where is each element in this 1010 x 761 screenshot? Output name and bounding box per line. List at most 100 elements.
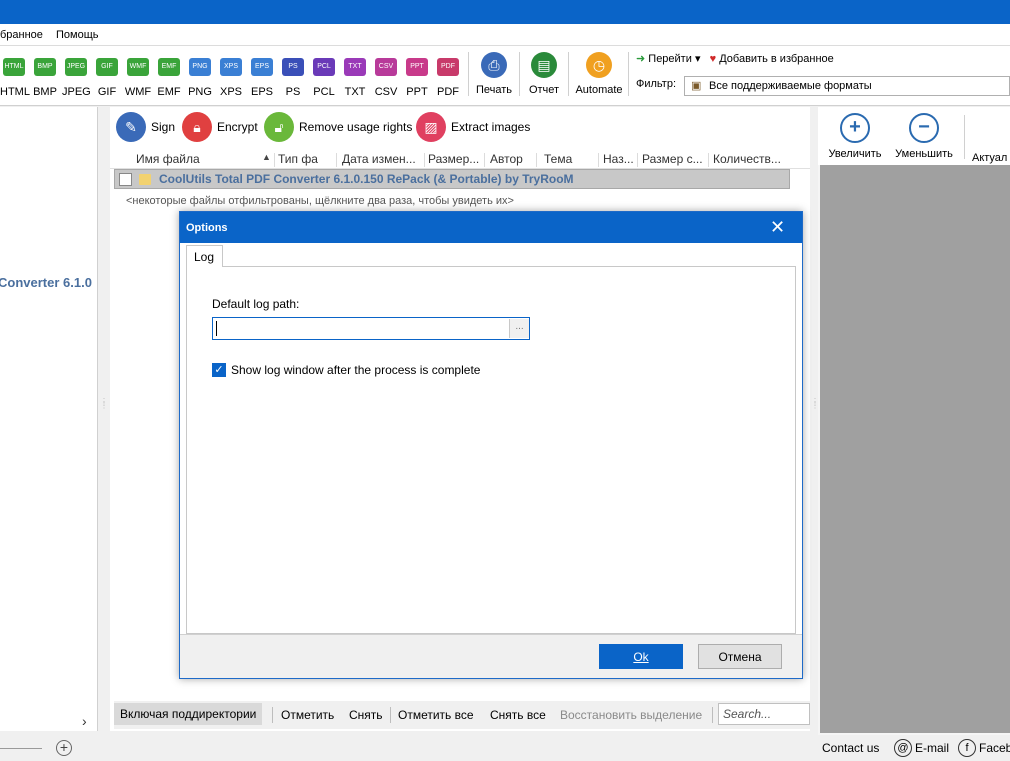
at-icon: @ xyxy=(894,739,912,757)
unmark-all-button[interactable]: Снять все xyxy=(490,708,546,722)
left-splitter[interactable]: ⋮ ⋮ xyxy=(100,398,108,430)
extract-images-button[interactable]: ▨ Extract images xyxy=(416,112,530,142)
format-button-txt[interactable]: TXT TXT xyxy=(341,58,369,98)
zoom-plus-icon[interactable]: + xyxy=(56,740,72,756)
column-divider[interactable] xyxy=(598,153,599,167)
ok-button[interactable]: Ok xyxy=(599,644,683,669)
goto-button[interactable]: ➜ Перейти ▾ xyxy=(636,53,700,65)
format-button-eps[interactable]: EPS EPS xyxy=(248,58,276,98)
log-path-input[interactable]: ... xyxy=(212,317,530,340)
remove-usage-rights-button[interactable]: 🔓︎ Remove usage rights xyxy=(264,112,412,142)
format-button-gif[interactable]: GIF GIF xyxy=(93,58,121,98)
format-button-emf[interactable]: EMF EMF xyxy=(155,58,183,98)
column-header[interactable]: Размер... xyxy=(428,152,479,166)
column-header[interactable]: Количеств... xyxy=(713,152,781,166)
format-ppt-icon: PPT xyxy=(406,58,428,76)
report-button[interactable]: ▤ Отчет xyxy=(525,52,563,96)
toolbar-separator xyxy=(519,52,520,96)
folder-tree-item[interactable]: Converter 6.1.0 xyxy=(0,275,92,290)
minus-circle-icon: − xyxy=(909,113,939,143)
format-label: XPS xyxy=(219,86,242,98)
include-subdirs-button[interactable]: Включая поддиректории xyxy=(114,703,263,725)
filter-select[interactable]: ▣ Все поддерживаемые форматы xyxy=(684,76,1010,96)
contact-link[interactable]: Contact us xyxy=(822,741,879,755)
mark-button[interactable]: Отметить xyxy=(281,708,334,722)
preview-canvas[interactable] xyxy=(820,165,1010,733)
cancel-button[interactable]: Отмена xyxy=(698,644,782,669)
zoom-slider[interactable] xyxy=(0,748,42,749)
column-header[interactable]: Тип фа xyxy=(278,152,318,166)
heart-icon: ♥ xyxy=(709,53,717,65)
menu-favorites[interactable]: бранное xyxy=(0,29,43,41)
format-label: WMF xyxy=(124,86,152,98)
format-label: TXT xyxy=(344,86,366,98)
format-ps-icon: PS xyxy=(282,58,304,76)
format-button-bmp[interactable]: BMP BMP xyxy=(31,58,59,98)
format-label: EMF xyxy=(157,86,181,98)
format-button-ppt[interactable]: PPT PPT xyxy=(403,58,431,98)
unmark-button[interactable]: Снять xyxy=(349,708,383,722)
column-header[interactable]: Наз... xyxy=(603,152,634,166)
show-log-checkbox[interactable]: ✓ xyxy=(212,363,226,377)
tab-log[interactable]: Log xyxy=(186,245,223,267)
format-label: HTML xyxy=(0,86,30,98)
add-favorite-button[interactable]: ♥ Добавить в избранное xyxy=(710,53,834,65)
column-divider[interactable] xyxy=(708,153,709,167)
column-headers: Имя файла ▲ Тип фа Дата измен... Размер.… xyxy=(110,149,810,169)
column-header[interactable]: Размер с... xyxy=(642,152,703,166)
toolbar: HTML HTML BMP BMP JPEG JPEG GIF GIF WMF WMF EMF EMF… xyxy=(0,46,1010,106)
column-divider[interactable] xyxy=(637,153,638,167)
column-header[interactable]: Дата измен... xyxy=(342,152,416,166)
format-csv-icon: CSV xyxy=(375,58,397,76)
column-divider[interactable] xyxy=(336,153,337,167)
column-divider[interactable] xyxy=(536,153,537,167)
column-header[interactable]: Имя файла xyxy=(136,152,200,166)
format-button-jpeg[interactable]: JPEG JPEG xyxy=(62,58,91,98)
row-checkbox[interactable] xyxy=(119,173,132,186)
format-label: PPT xyxy=(406,86,428,98)
format-label: GIF xyxy=(97,86,117,98)
format-button-html[interactable]: HTML HTML xyxy=(0,58,30,98)
right-splitter[interactable]: ⋮ ⋮ xyxy=(811,398,819,430)
actual-size-button[interactable]: Актуал xyxy=(972,113,1010,164)
table-row[interactable]: CoolUtils Total PDF Converter 6.1.0.150 … xyxy=(114,169,790,189)
sign-button[interactable]: ✎ Sign xyxy=(116,112,175,142)
zoom-in-button[interactable]: + Увеличить xyxy=(824,113,886,160)
status-bar: + Contact us @ E-mail f Faceb xyxy=(0,735,1010,761)
format-button-wmf[interactable]: WMF WMF xyxy=(124,58,152,98)
email-link[interactable]: @ E-mail xyxy=(894,739,949,757)
format-button-pcl[interactable]: PCL PCL xyxy=(310,58,338,98)
options-dialog: Options ✕ Log Default log path: ... ✓ Sh… xyxy=(179,211,803,679)
facebook-icon: f xyxy=(958,739,976,757)
encrypt-button[interactable]: 🔒︎ Encrypt xyxy=(182,112,258,142)
column-header[interactable]: Автор xyxy=(490,152,523,166)
chevron-right-icon[interactable]: › xyxy=(82,713,87,729)
format-wmf-icon: WMF xyxy=(127,58,149,76)
search-input[interactable]: Search... xyxy=(718,703,810,725)
format-button-png[interactable]: PNG PNG xyxy=(186,58,214,98)
column-divider[interactable] xyxy=(274,153,275,167)
zoom-out-button[interactable]: − Уменьшить xyxy=(892,113,956,160)
restore-selection-button[interactable]: Восстановить выделение xyxy=(560,708,702,722)
format-button-ps[interactable]: PS PS xyxy=(279,58,307,98)
column-divider[interactable] xyxy=(484,153,485,167)
print-button[interactable]: ⎙ Печать xyxy=(474,52,514,96)
automate-button[interactable]: ◷ Automate xyxy=(574,52,624,96)
show-log-label[interactable]: Show log window after the process is com… xyxy=(231,363,480,377)
pen-icon: ✎ xyxy=(116,112,146,142)
format-button-csv[interactable]: CSV CSV xyxy=(372,58,400,98)
format-png-icon: PNG xyxy=(189,58,211,76)
column-header[interactable]: Тема xyxy=(544,152,572,166)
format-button-xps[interactable]: XPS XPS xyxy=(217,58,245,98)
mark-all-button[interactable]: Отметить все xyxy=(398,708,474,722)
format-bmp-icon: BMP xyxy=(34,58,56,76)
filtered-note[interactable]: <некоторые файлы отфильтрованы, щёлкните… xyxy=(126,195,514,207)
facebook-link[interactable]: f Faceb xyxy=(958,739,1010,757)
browse-button[interactable]: ... xyxy=(509,319,529,338)
format-button-pdf[interactable]: PDF PDF xyxy=(434,58,462,98)
log-tab-panel: Default log path: ... ✓ Show log window … xyxy=(186,266,796,634)
menu-help[interactable]: Помощь xyxy=(56,29,99,41)
file-filter-icon: ▣ xyxy=(691,80,702,92)
close-icon[interactable]: ✕ xyxy=(770,217,785,238)
column-divider[interactable] xyxy=(424,153,425,167)
